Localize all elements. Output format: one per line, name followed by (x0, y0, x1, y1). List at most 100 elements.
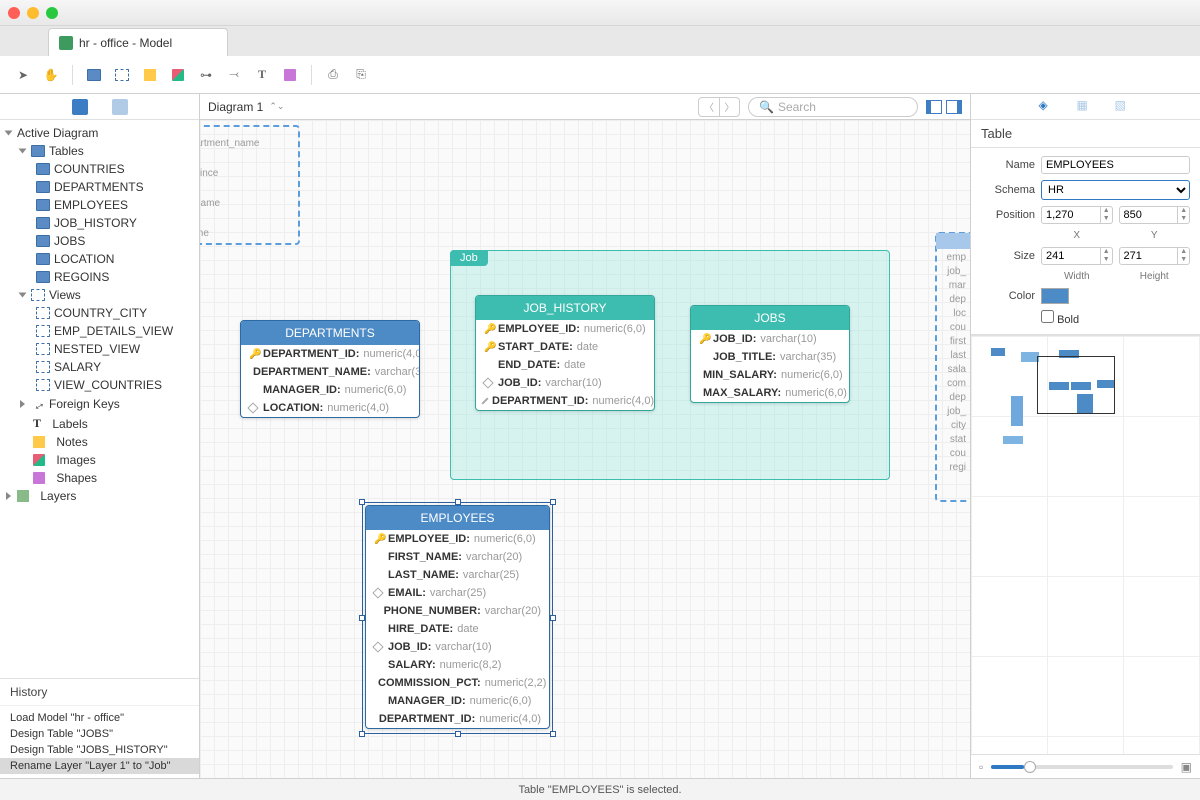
tree-table-item[interactable]: JOB_HISTORY (0, 214, 199, 232)
tree-view-item[interactable]: COUNTRY_CITY (0, 304, 199, 322)
inspector-tab-2[interactable]: ▦ (1077, 98, 1095, 116)
hand-tool[interactable]: ✋ (40, 64, 62, 86)
entity-column[interactable]: JOB_TITLE: varchar(35) (691, 348, 849, 366)
entity-column[interactable]: LOCATION: numeric(4,0) (241, 399, 419, 417)
table-tool[interactable] (83, 64, 105, 86)
relation-tool-2[interactable]: ⤙ (223, 64, 245, 86)
stepper-up-icon[interactable]: ▲ (1101, 207, 1112, 215)
entity-column[interactable]: MIN_SALARY: numeric(6,0) (691, 366, 849, 384)
diagram-selector[interactable]: Diagram 1 ⌃⌄ (208, 100, 284, 114)
relation-tool-1[interactable]: ⊶ (195, 64, 217, 86)
diagram-canvas[interactable]: artment_namevincenameme empjob_mardeploc… (200, 120, 970, 778)
tree-view-item[interactable]: VIEW_COUNTRIES (0, 376, 199, 394)
search-box[interactable]: 🔍 Search (748, 97, 918, 117)
history-item[interactable]: Design Table "JOBS_HISTORY" (0, 742, 199, 758)
library-tab-icon[interactable] (112, 99, 128, 115)
tab-model[interactable]: hr - office - Model (48, 28, 228, 56)
nav-back[interactable]: 〈 (699, 98, 719, 116)
entity-column[interactable]: END_DATE: date (476, 356, 654, 374)
history-item[interactable]: Load Model "hr - office" (0, 710, 199, 726)
stepper-down-icon[interactable]: ▼ (1178, 256, 1189, 264)
nav-buttons: 〈 〉 (698, 97, 740, 117)
tables-node[interactable]: Tables (0, 142, 199, 160)
history-item[interactable]: Rename Layer "Layer 1" to "Job" (0, 758, 199, 774)
ghost-column: last (950, 350, 966, 361)
note-tool[interactable] (139, 64, 161, 86)
tree-table-item[interactable]: COUNTRIES (0, 160, 199, 178)
bold-checkbox-label[interactable]: Bold (1041, 314, 1079, 326)
entity-header: JOBS (691, 306, 849, 330)
shapes-node[interactable]: Shapes (0, 469, 199, 487)
pointer-tool[interactable]: ➤ (12, 64, 34, 86)
tree-view-item[interactable]: EMP_DETAILS_VIEW (0, 322, 199, 340)
history-item[interactable]: Design Table "JOBS" (0, 726, 199, 742)
input-width[interactable] (1041, 247, 1101, 265)
tree-view-item[interactable]: SALARY (0, 358, 199, 376)
entity-column[interactable]: DEPARTMENT_NAME: varchar(30) (241, 363, 419, 381)
entity-column[interactable]: 🔑DEPARTMENT_ID: numeric(4,0) (241, 345, 419, 363)
toggle-left-pane[interactable] (926, 100, 942, 114)
input-name[interactable] (1041, 156, 1190, 174)
stepper-up-icon[interactable]: ▲ (1101, 248, 1112, 256)
outline-tab-icon[interactable] (72, 99, 88, 115)
selection-handles[interactable] (362, 502, 553, 734)
view-tool[interactable] (111, 64, 133, 86)
zoom-slider[interactable] (991, 765, 1172, 769)
input-y[interactable] (1119, 206, 1179, 224)
zoom-out-icon[interactable]: ▫ (979, 760, 983, 774)
foreign-keys-node[interactable]: ↔Foreign Keys (0, 394, 199, 414)
tree-table-item[interactable]: REGOINS (0, 268, 199, 286)
zoom-in-icon[interactable]: ▣ (1181, 760, 1192, 774)
stepper-down-icon[interactable]: ▼ (1101, 215, 1112, 223)
entity-column[interactable]: DEPARTMENT_ID: numeric(4,0) (476, 392, 654, 410)
export-tool-1[interactable]: ⎙ (322, 64, 344, 86)
inspector-tab-object[interactable]: ◈ (1039, 98, 1057, 116)
entity-departments[interactable]: DEPARTMENTS 🔑DEPARTMENT_ID: numeric(4,0)… (240, 320, 420, 418)
entity-job-history[interactable]: JOB_HISTORY 🔑EMPLOYEE_ID: numeric(6,0)🔑S… (475, 295, 655, 411)
export-tool-2[interactable]: ⎘ (350, 64, 372, 86)
select-schema[interactable]: HR (1041, 180, 1190, 200)
toggle-right-pane[interactable] (946, 100, 962, 114)
maximize-window-button[interactable] (46, 7, 58, 19)
checkbox-bold[interactable] (1041, 310, 1054, 323)
ghost-column: cou (950, 448, 966, 459)
tree-table-item[interactable]: DEPARTMENTS (0, 178, 199, 196)
tree-table-item[interactable]: EMPLOYEES (0, 196, 199, 214)
entity-jobs[interactable]: JOBS 🔑JOB_ID: varchar(10)JOB_TITLE: varc… (690, 305, 850, 403)
notes-node[interactable]: Notes (0, 433, 199, 451)
entity-column[interactable]: 🔑EMPLOYEE_ID: numeric(6,0) (476, 320, 654, 338)
tree-view-item[interactable]: NESTED_VIEW (0, 340, 199, 358)
ghost-column: mar (949, 280, 966, 291)
entity-column[interactable]: JOB_ID: varchar(10) (476, 374, 654, 392)
layers-node[interactable]: Layers (0, 487, 199, 505)
image-tool[interactable] (167, 64, 189, 86)
entity-column[interactable]: MAX_SALARY: numeric(6,0) (691, 384, 849, 402)
label-schema: Schema (981, 184, 1035, 196)
views-node[interactable]: Views (0, 286, 199, 304)
entity-column[interactable]: 🔑START_DATE: date (476, 338, 654, 356)
label-tool[interactable]: T (251, 64, 273, 86)
minimap[interactable] (971, 335, 1200, 754)
entity-column[interactable]: 🔑JOB_ID: varchar(10) (691, 330, 849, 348)
minimize-window-button[interactable] (27, 7, 39, 19)
images-node[interactable]: Images (0, 451, 199, 469)
tree-table-item[interactable]: LOCATION (0, 250, 199, 268)
labels-node[interactable]: T Labels (0, 414, 199, 433)
color-swatch[interactable] (1041, 288, 1069, 304)
inspector-tab-3[interactable]: ▧ (1115, 98, 1133, 116)
input-x[interactable] (1041, 206, 1101, 224)
ghost-column: com (947, 378, 966, 389)
input-height[interactable] (1119, 247, 1179, 265)
shape-tool[interactable] (279, 64, 301, 86)
stepper-up-icon[interactable]: ▲ (1178, 248, 1189, 256)
close-window-button[interactable] (8, 7, 20, 19)
tree-table-item[interactable]: JOBS (0, 232, 199, 250)
ghost-column: sala (948, 364, 966, 375)
active-diagram-node[interactable]: Active Diagram (0, 124, 199, 142)
stepper-up-icon[interactable]: ▲ (1178, 207, 1189, 215)
table-icon (36, 235, 50, 247)
stepper-down-icon[interactable]: ▼ (1178, 215, 1189, 223)
nav-forward[interactable]: 〉 (719, 98, 739, 116)
stepper-down-icon[interactable]: ▼ (1101, 256, 1112, 264)
entity-column[interactable]: MANAGER_ID: numeric(6,0) (241, 381, 419, 399)
